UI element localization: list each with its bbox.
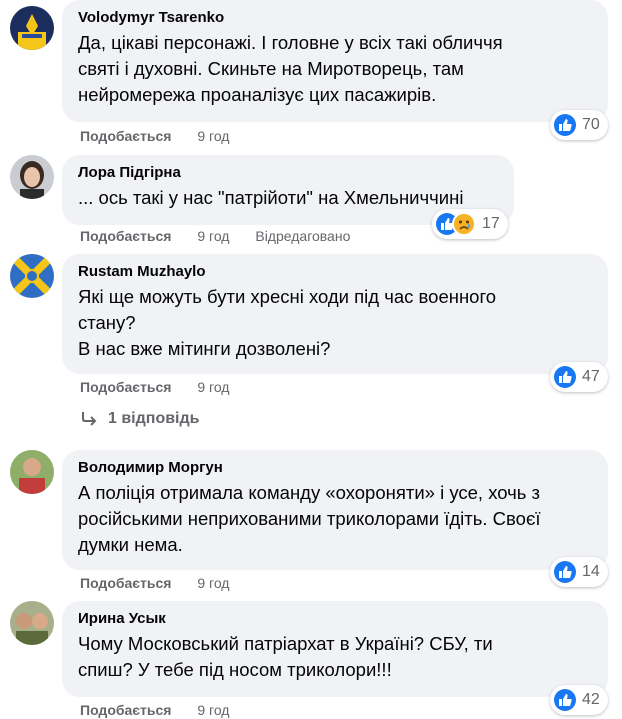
comment-text: Які ще можуть бути хресні ходи під час в…	[78, 284, 592, 362]
timestamp[interactable]: 9 год	[197, 379, 229, 395]
reaction-summary[interactable]: 42	[550, 685, 608, 715]
comment-line: святі і духовні. Скиньте на Миротворець,…	[78, 58, 464, 79]
like-icon	[554, 561, 576, 583]
comment-line: ... ось такі у нас "патрійоти" на Хмельн…	[78, 187, 464, 208]
like-button[interactable]: Подобається	[80, 379, 171, 395]
comment-line: Да, цікаві персонажі. І головне у всіх т…	[78, 32, 503, 53]
comment-bubble: Володимир Моргун А поліція отримала кома…	[62, 450, 608, 570]
timestamp[interactable]: 9 год	[197, 128, 229, 144]
comment-line: Чому Московський патріархат в Україні? С…	[78, 633, 493, 654]
like-icon	[554, 689, 576, 711]
comment-line: стану?	[78, 312, 136, 333]
timestamp[interactable]: 9 год	[197, 575, 229, 591]
comment-text: Да, цікаві персонажі. І головне у всіх т…	[78, 30, 592, 108]
comment-text: Чому Московський патріархат в Україні? С…	[78, 631, 592, 683]
comment-actions: Подобається 9 год	[80, 378, 251, 396]
comment-text: А поліція отримала команду «охороняти» і…	[78, 480, 592, 558]
like-icon	[554, 366, 576, 388]
edited-label[interactable]: Відредаговано	[255, 228, 350, 244]
comment-actions: Подобається 9 год	[80, 574, 251, 592]
like-button[interactable]: Подобається	[80, 702, 171, 718]
comment-line: А поліція отримала команду «охороняти» і…	[78, 482, 541, 503]
comment-line: Які ще можуть бути хресні ходи під час в…	[78, 286, 497, 307]
comment-author[interactable]: Лора Підгірна	[78, 163, 498, 183]
like-button[interactable]: Подобається	[80, 128, 171, 144]
comment-bubble: Ирина Усык Чому Московський патріархат в…	[62, 601, 608, 697]
avatar[interactable]	[10, 254, 54, 298]
comment-actions: Подобається 9 год Відредаговано	[80, 227, 350, 245]
timestamp[interactable]: 9 год	[197, 702, 229, 718]
comment-bubble: Volodymyr Tsarenko Да, цікаві персонажі.…	[62, 0, 608, 122]
avatar[interactable]	[10, 6, 54, 50]
reaction-summary[interactable]: 70	[550, 110, 608, 140]
like-button[interactable]: Подобається	[80, 228, 171, 244]
reaction-summary[interactable]: 14	[550, 557, 608, 587]
timestamp[interactable]: 9 год	[197, 228, 229, 244]
comment-author[interactable]: Rustam Muzhaylo	[78, 262, 592, 282]
reaction-count: 17	[482, 215, 500, 232]
avatar[interactable]	[10, 450, 54, 494]
comment-actions: Подобається 9 год	[80, 701, 251, 719]
comment-line: В нас вже мітинги дозволені?	[78, 338, 331, 359]
reaction-count: 42	[582, 691, 600, 708]
like-icon	[554, 114, 576, 136]
comment-line: російськими неприхованими триколорами їд…	[78, 508, 541, 529]
like-button[interactable]: Подобається	[80, 575, 171, 591]
comment-line: спиш? У тебе під носом триколори!!!	[78, 659, 392, 680]
reaction-count: 14	[582, 563, 600, 580]
comment-line: думки нема.	[78, 534, 183, 555]
view-replies-button[interactable]: 1 відповідь	[80, 410, 200, 428]
comment-author[interactable]: Володимир Моргун	[78, 458, 592, 478]
avatar[interactable]	[10, 601, 54, 645]
comment-actions: Подобається 9 год	[80, 127, 251, 145]
reaction-summary[interactable]: 47	[550, 362, 608, 392]
comment-text: ... ось такі у нас "патрійоти" на Хмельн…	[78, 185, 498, 211]
comment-author[interactable]: Volodymyr Tsarenko	[78, 8, 592, 28]
avatar[interactable]	[10, 155, 54, 199]
comment-bubble: Rustam Muzhaylo Які ще можуть бути хресн…	[62, 254, 608, 374]
comment-line: нейромережа проаналізує цих пасажирів.	[78, 84, 437, 105]
reaction-count: 70	[582, 116, 600, 133]
reaction-count: 47	[582, 368, 600, 385]
replies-count-label: 1 відповідь	[108, 410, 200, 427]
reply-arrow-icon	[82, 412, 97, 426]
reaction-summary[interactable]: 17	[432, 209, 508, 239]
sad-icon	[452, 212, 476, 236]
comment-author[interactable]: Ирина Усык	[78, 609, 592, 629]
